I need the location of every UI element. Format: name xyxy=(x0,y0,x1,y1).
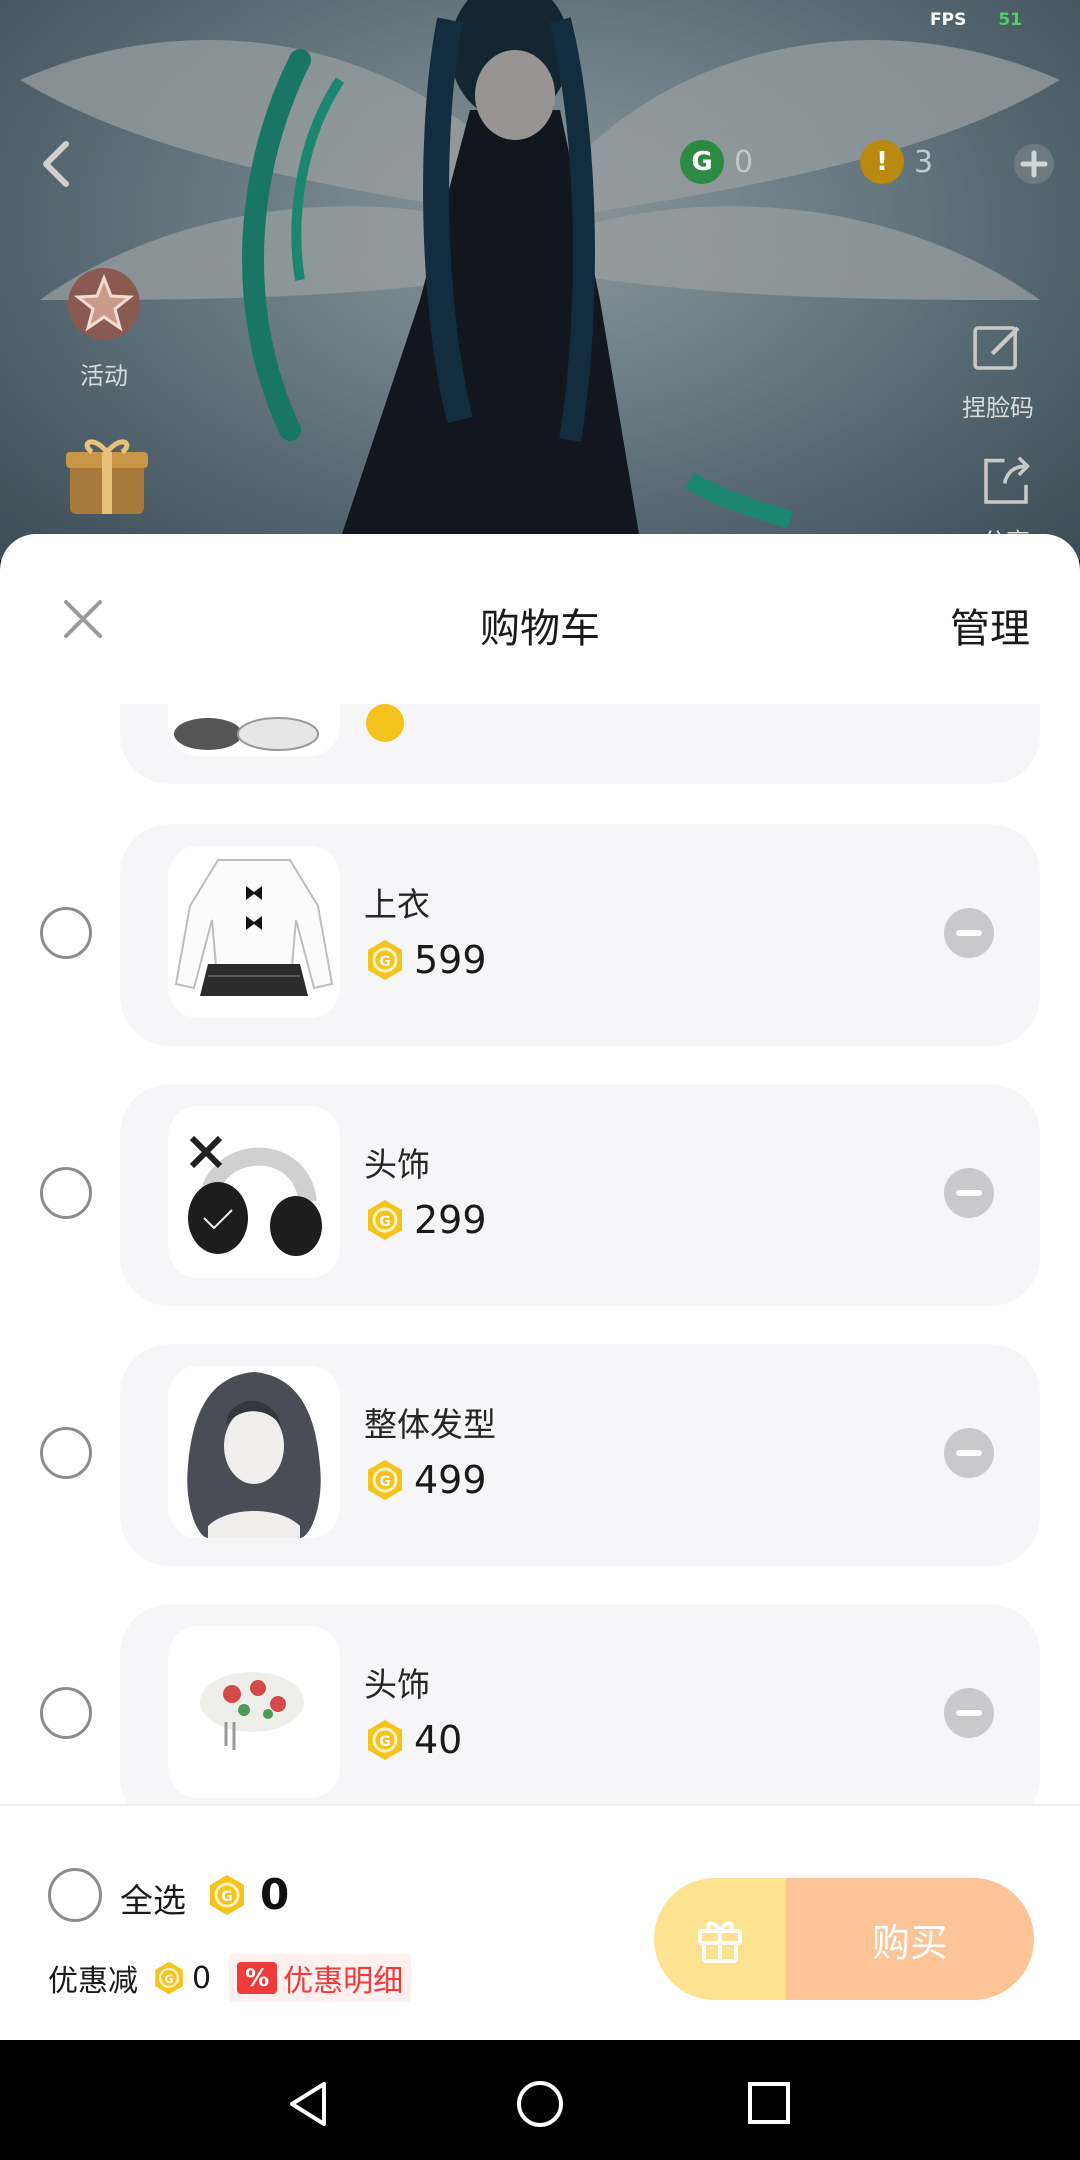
share-icon xyxy=(984,456,1030,504)
nav-recents-icon[interactable] xyxy=(746,2080,792,2126)
gloves-item-image xyxy=(174,717,319,751)
gold-coin-icon: G xyxy=(155,1961,183,1995)
g-coin-icon: G xyxy=(680,140,724,184)
nav-home-icon[interactable] xyxy=(514,2080,566,2132)
gold-coin-icon: G xyxy=(368,1720,402,1760)
beret-image xyxy=(200,1672,304,1750)
gift-box-icon[interactable] xyxy=(62,430,152,516)
cart-item-row-partial xyxy=(0,704,1080,784)
item-price-value: 599 xyxy=(414,938,487,982)
cart-item-list[interactable]: 上衣 G 599 头饰 G 299 整体发型 G 499 头饰 G 40 xyxy=(0,704,1080,1804)
manage-button[interactable]: 管理 xyxy=(950,596,1030,654)
percent-badge-icon: % xyxy=(237,1962,278,1994)
item-price: G 299 xyxy=(364,1198,487,1242)
cart-item-card: 上衣 G 599 xyxy=(120,824,1040,1046)
gold-coin-icon: G xyxy=(210,1874,244,1915)
item-price: G 40 xyxy=(364,1718,462,1762)
cart-item-row[interactable]: 头饰 G 299 xyxy=(0,1084,1080,1306)
item-price-partial xyxy=(364,704,414,744)
headphones-image xyxy=(188,1135,322,1256)
svg-text:G: G xyxy=(379,954,391,970)
buy-button[interactable]: 购买 xyxy=(786,1878,1034,2000)
cart-header: 购物车 管理 xyxy=(0,534,1080,704)
item-select-radio[interactable] xyxy=(40,1427,92,1479)
gift-button[interactable] xyxy=(654,1878,786,2000)
svg-text:G: G xyxy=(379,1474,391,1490)
back-arrow-icon[interactable] xyxy=(36,140,76,188)
gold-coin-icon xyxy=(366,704,404,742)
dim-overlay xyxy=(0,0,1080,560)
item-select-radio[interactable] xyxy=(40,1687,92,1739)
o-coin-value: 3 xyxy=(914,144,934,180)
fps-counter: FPS 51 xyxy=(930,10,1022,30)
select-all-radio[interactable] xyxy=(48,1868,102,1922)
cart-title: 购物车 xyxy=(480,606,600,652)
item-thumbnail xyxy=(168,704,340,756)
discount-value: 0 xyxy=(192,1960,212,1996)
item-price: G 599 xyxy=(364,938,487,982)
svg-text:G: G xyxy=(164,1972,173,1986)
svg-text:G: G xyxy=(379,1214,391,1230)
game-scene: FPS 51 G 0 ! 3 活动 捏脸码 xyxy=(0,0,1080,560)
edit-icon xyxy=(973,326,1020,370)
cart-item-row[interactable]: 整体发型 G 499 xyxy=(0,1344,1080,1566)
top-clothing-image xyxy=(174,859,334,996)
system-navigation-bar xyxy=(0,2040,1080,2160)
svg-text:G: G xyxy=(221,1889,233,1905)
activity-label: 活动 xyxy=(80,362,128,390)
item-price-value: 40 xyxy=(414,1718,463,1762)
o-coin-balance: ! 3 xyxy=(860,140,933,184)
item-thumbnail xyxy=(168,846,340,1018)
g-coin-balance: G 0 xyxy=(680,140,753,184)
item-price-value: 299 xyxy=(414,1198,487,1242)
item-thumbnail xyxy=(168,1626,340,1798)
gold-coin-icon: G xyxy=(368,1460,402,1500)
discount-detail-label: 优惠明细 xyxy=(283,1964,404,1999)
cart-total: G 0 xyxy=(206,1870,289,1919)
ticket-coin-icon: ! xyxy=(860,140,904,184)
g-coin-value: 0 xyxy=(734,144,754,180)
item-thumbnail xyxy=(168,1106,340,1278)
cart-item-row[interactable]: 头饰 G 40 xyxy=(0,1604,1080,1804)
remove-item-button[interactable] xyxy=(944,908,994,958)
cart-item-card: 头饰 G 40 xyxy=(120,1604,1040,1804)
activity-button[interactable]: 活动 xyxy=(62,262,146,391)
star-badge-icon xyxy=(68,268,140,340)
face-code-label: 捏脸码 xyxy=(962,394,1034,422)
item-name: 整体发型 xyxy=(364,1405,496,1444)
cart-footer: 全选 G 0 优惠减 G 0 % 优惠明细 购买 xyxy=(0,1804,1080,2040)
item-name: 头饰 xyxy=(364,1665,430,1704)
gold-coin-icon: G xyxy=(368,940,402,980)
nav-back-icon[interactable] xyxy=(286,2080,330,2128)
select-all-label[interactable]: 全选 xyxy=(120,1874,186,1922)
item-select-radio[interactable] xyxy=(40,1167,92,1219)
cart-item-row[interactable]: 上衣 G 599 xyxy=(0,824,1080,1046)
discount-label: 优惠减 xyxy=(48,1964,138,1999)
item-price-value: 499 xyxy=(414,1458,487,1502)
item-name: 上衣 xyxy=(364,885,430,924)
face-code-button[interactable]: 捏脸码 xyxy=(962,318,1034,423)
cart-total-value: 0 xyxy=(260,1870,290,1919)
discount-detail-link[interactable]: % 优惠明细 xyxy=(229,1954,412,2002)
cart-item-card: 整体发型 G 499 xyxy=(120,1344,1040,1566)
gold-coin-icon: G xyxy=(368,1200,402,1240)
cart-item-card xyxy=(120,704,1040,784)
item-thumbnail xyxy=(168,1366,340,1538)
discount-row: 优惠减 G 0 % 优惠明细 xyxy=(48,1954,412,2002)
purchase-actions: 购买 xyxy=(654,1878,1034,2000)
cart-item-card: 头饰 G 299 xyxy=(120,1084,1040,1306)
fps-label: FPS xyxy=(930,10,967,30)
item-select-radio[interactable] xyxy=(40,907,92,959)
item-price: G 499 xyxy=(364,1458,487,1502)
hairstyle-image xyxy=(187,1372,321,1538)
remove-item-button[interactable] xyxy=(944,1428,994,1478)
remove-item-button[interactable] xyxy=(944,1168,994,1218)
svg-text:G: G xyxy=(379,1734,391,1750)
add-currency-icon[interactable] xyxy=(1012,142,1056,186)
cart-sheet: 购物车 管理 上衣 G 599 头饰 G 299 整体发型 G 499 头饰 G… xyxy=(0,534,1080,2040)
gift-icon xyxy=(698,1921,742,1963)
fps-value: 51 xyxy=(998,10,1022,30)
remove-item-button[interactable] xyxy=(944,1688,994,1738)
item-name: 头饰 xyxy=(364,1145,430,1184)
